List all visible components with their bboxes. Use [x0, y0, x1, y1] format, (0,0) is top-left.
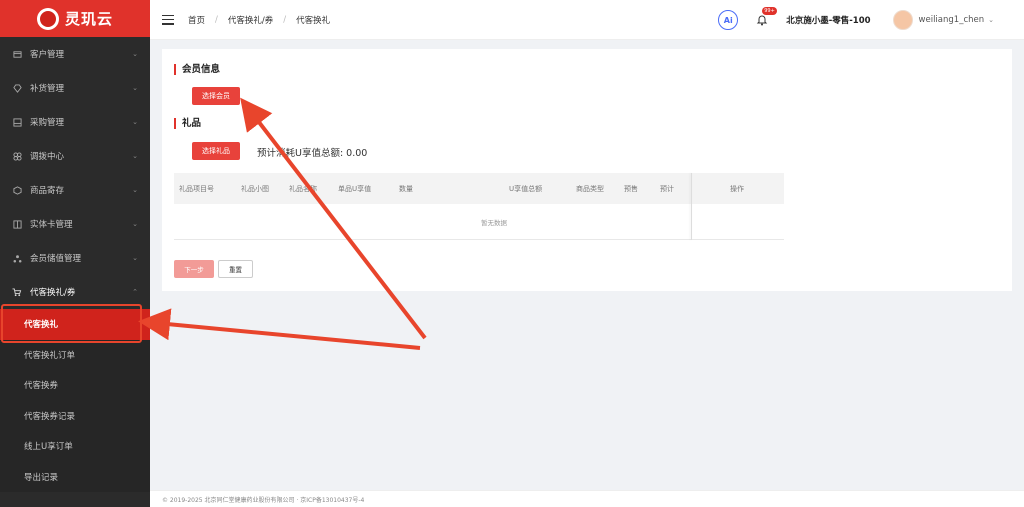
chevron-down-icon: ⌄	[132, 84, 138, 92]
annotation-arrow-to-sidebar-item	[138, 308, 421, 350]
sidebar-item-deposit[interactable]: 商品寄存 ⌄	[0, 173, 150, 207]
reset-button[interactable]: 重置	[218, 260, 253, 278]
column-header: 数量	[399, 184, 413, 193]
avatar[interactable]	[892, 10, 913, 30]
member-section-title: 会员信息	[174, 64, 220, 75]
diamond-icon	[12, 83, 22, 93]
store-name[interactable]: 北京施小墨-零售-100	[786, 14, 870, 26]
column-header: 礼品名称	[289, 184, 317, 193]
footer: © 2019-2025 北京同仁堂健康药业股份有限公司 · 京ICP备13010…	[150, 490, 1024, 507]
column-header: 预售	[624, 184, 638, 193]
column-header: 预计	[660, 184, 674, 193]
sidebar-subitem-coupon-exchange[interactable]: 代客换券	[0, 370, 150, 401]
breadcrumb-home[interactable]: 首页	[188, 14, 205, 26]
book-icon	[12, 219, 22, 229]
box-icon	[12, 185, 22, 195]
sidebar-item-purchase[interactable]: 采购管理 ⌄	[0, 105, 150, 139]
column-header: 商品类型	[576, 184, 604, 193]
sidebar-item-label: 调拨中心	[30, 152, 65, 162]
breadcrumb-parent[interactable]: 代客换礼/券	[228, 14, 273, 26]
chevron-down-icon: ⌄	[132, 152, 138, 160]
sidebar-subitem-gift-orders[interactable]: 代客换礼订单	[0, 339, 150, 370]
table-empty-row: 暂无数据	[174, 204, 784, 240]
sidebar-item-label: 客户管理	[30, 50, 65, 60]
sidebar-subitem-coupon-records[interactable]: 代客换券记录	[0, 400, 150, 431]
header-right: Ai 99+ 北京施小墨-零售-100 weiliang1_chen ⌄	[718, 0, 1024, 40]
users-icon	[12, 253, 22, 263]
chevron-up-icon: ⌃	[132, 288, 138, 296]
sidebar-item-label: 代客换礼/券	[30, 288, 76, 298]
select-gift-button[interactable]: 选择礼品	[192, 142, 240, 160]
column-header: 礼品小图	[241, 184, 269, 193]
inbox-icon	[12, 117, 22, 127]
select-member-button[interactable]: 选择会员	[192, 87, 240, 105]
chevron-down-icon: ⌄	[132, 186, 138, 194]
column-header: U享值总额	[509, 184, 543, 193]
bell-icon	[757, 15, 768, 26]
gift-section-title: 礼品	[174, 118, 201, 129]
main-content-card: 会员信息 选择会员 礼品 选择礼品 预计消耗U享值总额: 0.00 礼品项目号 …	[162, 49, 1012, 291]
grid-icon	[12, 151, 22, 161]
card-icon	[12, 49, 22, 59]
sidebar-subitem-export-records[interactable]: 导出记录	[0, 461, 150, 492]
menu-toggle-icon[interactable]	[162, 14, 174, 25]
brand-logo-icon	[36, 7, 59, 30]
sidebar-item-label: 会员储值管理	[30, 254, 82, 264]
user-name[interactable]: weiliang1_chen	[919, 15, 985, 25]
column-header: 操作	[730, 184, 744, 193]
next-step-button[interactable]: 下一步	[174, 260, 214, 278]
chevron-down-icon: ⌄	[132, 254, 138, 262]
sidebar-item-label: 实体卡管理	[30, 220, 73, 230]
sidebar-item-label: 采购管理	[30, 118, 65, 128]
brand-name: 灵玑云	[64, 10, 113, 28]
footer-copyright: © 2019-2025 北京同仁堂健康药业股份有限公司 · 京ICP备13010…	[162, 496, 365, 504]
sidebar-item-label: 补货管理	[30, 84, 65, 94]
chevron-down-icon: ⌄	[132, 50, 138, 58]
breadcrumb: 首页 / 代客换礼/券 / 代客换礼	[188, 14, 330, 26]
fixed-column-divider	[691, 173, 692, 240]
ai-assistant-button[interactable]: Ai	[718, 10, 739, 30]
breadcrumb-separator: /	[215, 14, 218, 25]
sidebar-item-transfer[interactable]: 调拨中心 ⌄	[0, 139, 150, 173]
empty-text: 暂无数据	[481, 218, 507, 227]
sidebar-item-gift-exchange[interactable]: 代客换礼/券 ⌃	[0, 275, 150, 309]
chevron-down-icon[interactable]: ⌄	[988, 16, 994, 24]
sidebar-subitem-gift-exchange[interactable]: 代客换礼	[0, 309, 150, 340]
sidebar-item-replenish[interactable]: 补货管理 ⌄	[0, 71, 150, 105]
column-header: 单品U享值	[338, 184, 372, 193]
cart-icon	[12, 287, 22, 297]
estimated-total-text: 预计消耗U享值总额: 0.00	[257, 148, 368, 159]
sidebar-menu: 客户管理 ⌄ 补货管理 ⌄ 采购管理 ⌄ 调拨中心 ⌄ 商品寄存 ⌄ 实体卡管理…	[0, 37, 150, 492]
sidebar: 灵玑云 客户管理 ⌄ 补货管理 ⌄ 采购管理 ⌄ 调拨中心 ⌄ 商品寄存 ⌄ 实…	[0, 0, 150, 507]
logo-bar: 灵玑云	[0, 0, 150, 37]
table-header: 礼品项目号 礼品小图 礼品名称 单品U享值 数量 U享值总额 商品类型 预售 预…	[174, 173, 784, 204]
gift-table: 礼品项目号 礼品小图 礼品名称 单品U享值 数量 U享值总额 商品类型 预售 预…	[174, 173, 784, 240]
sidebar-subitem-online-orders[interactable]: 线上U享订单	[0, 431, 150, 462]
sidebar-item-member-value[interactable]: 会员储值管理 ⌄	[0, 241, 150, 275]
top-header: 首页 / 代客换礼/券 / 代客换礼 Ai 99+ 北京施小墨-零售-100 w…	[150, 0, 1024, 40]
chevron-down-icon: ⌄	[132, 220, 138, 228]
notification-badge: 99+	[762, 7, 777, 15]
column-header: 礼品项目号	[179, 184, 214, 193]
breadcrumb-current: 代客换礼	[296, 15, 331, 26]
sidebar-item-customer[interactable]: 客户管理 ⌄	[0, 37, 150, 71]
sidebar-item-label: 商品寄存	[30, 186, 65, 196]
breadcrumb-separator: /	[283, 14, 287, 25]
chevron-down-icon: ⌄	[132, 118, 138, 126]
notification-button[interactable]: 99+	[754, 7, 777, 28]
sidebar-item-card[interactable]: 实体卡管理 ⌄	[0, 207, 150, 241]
